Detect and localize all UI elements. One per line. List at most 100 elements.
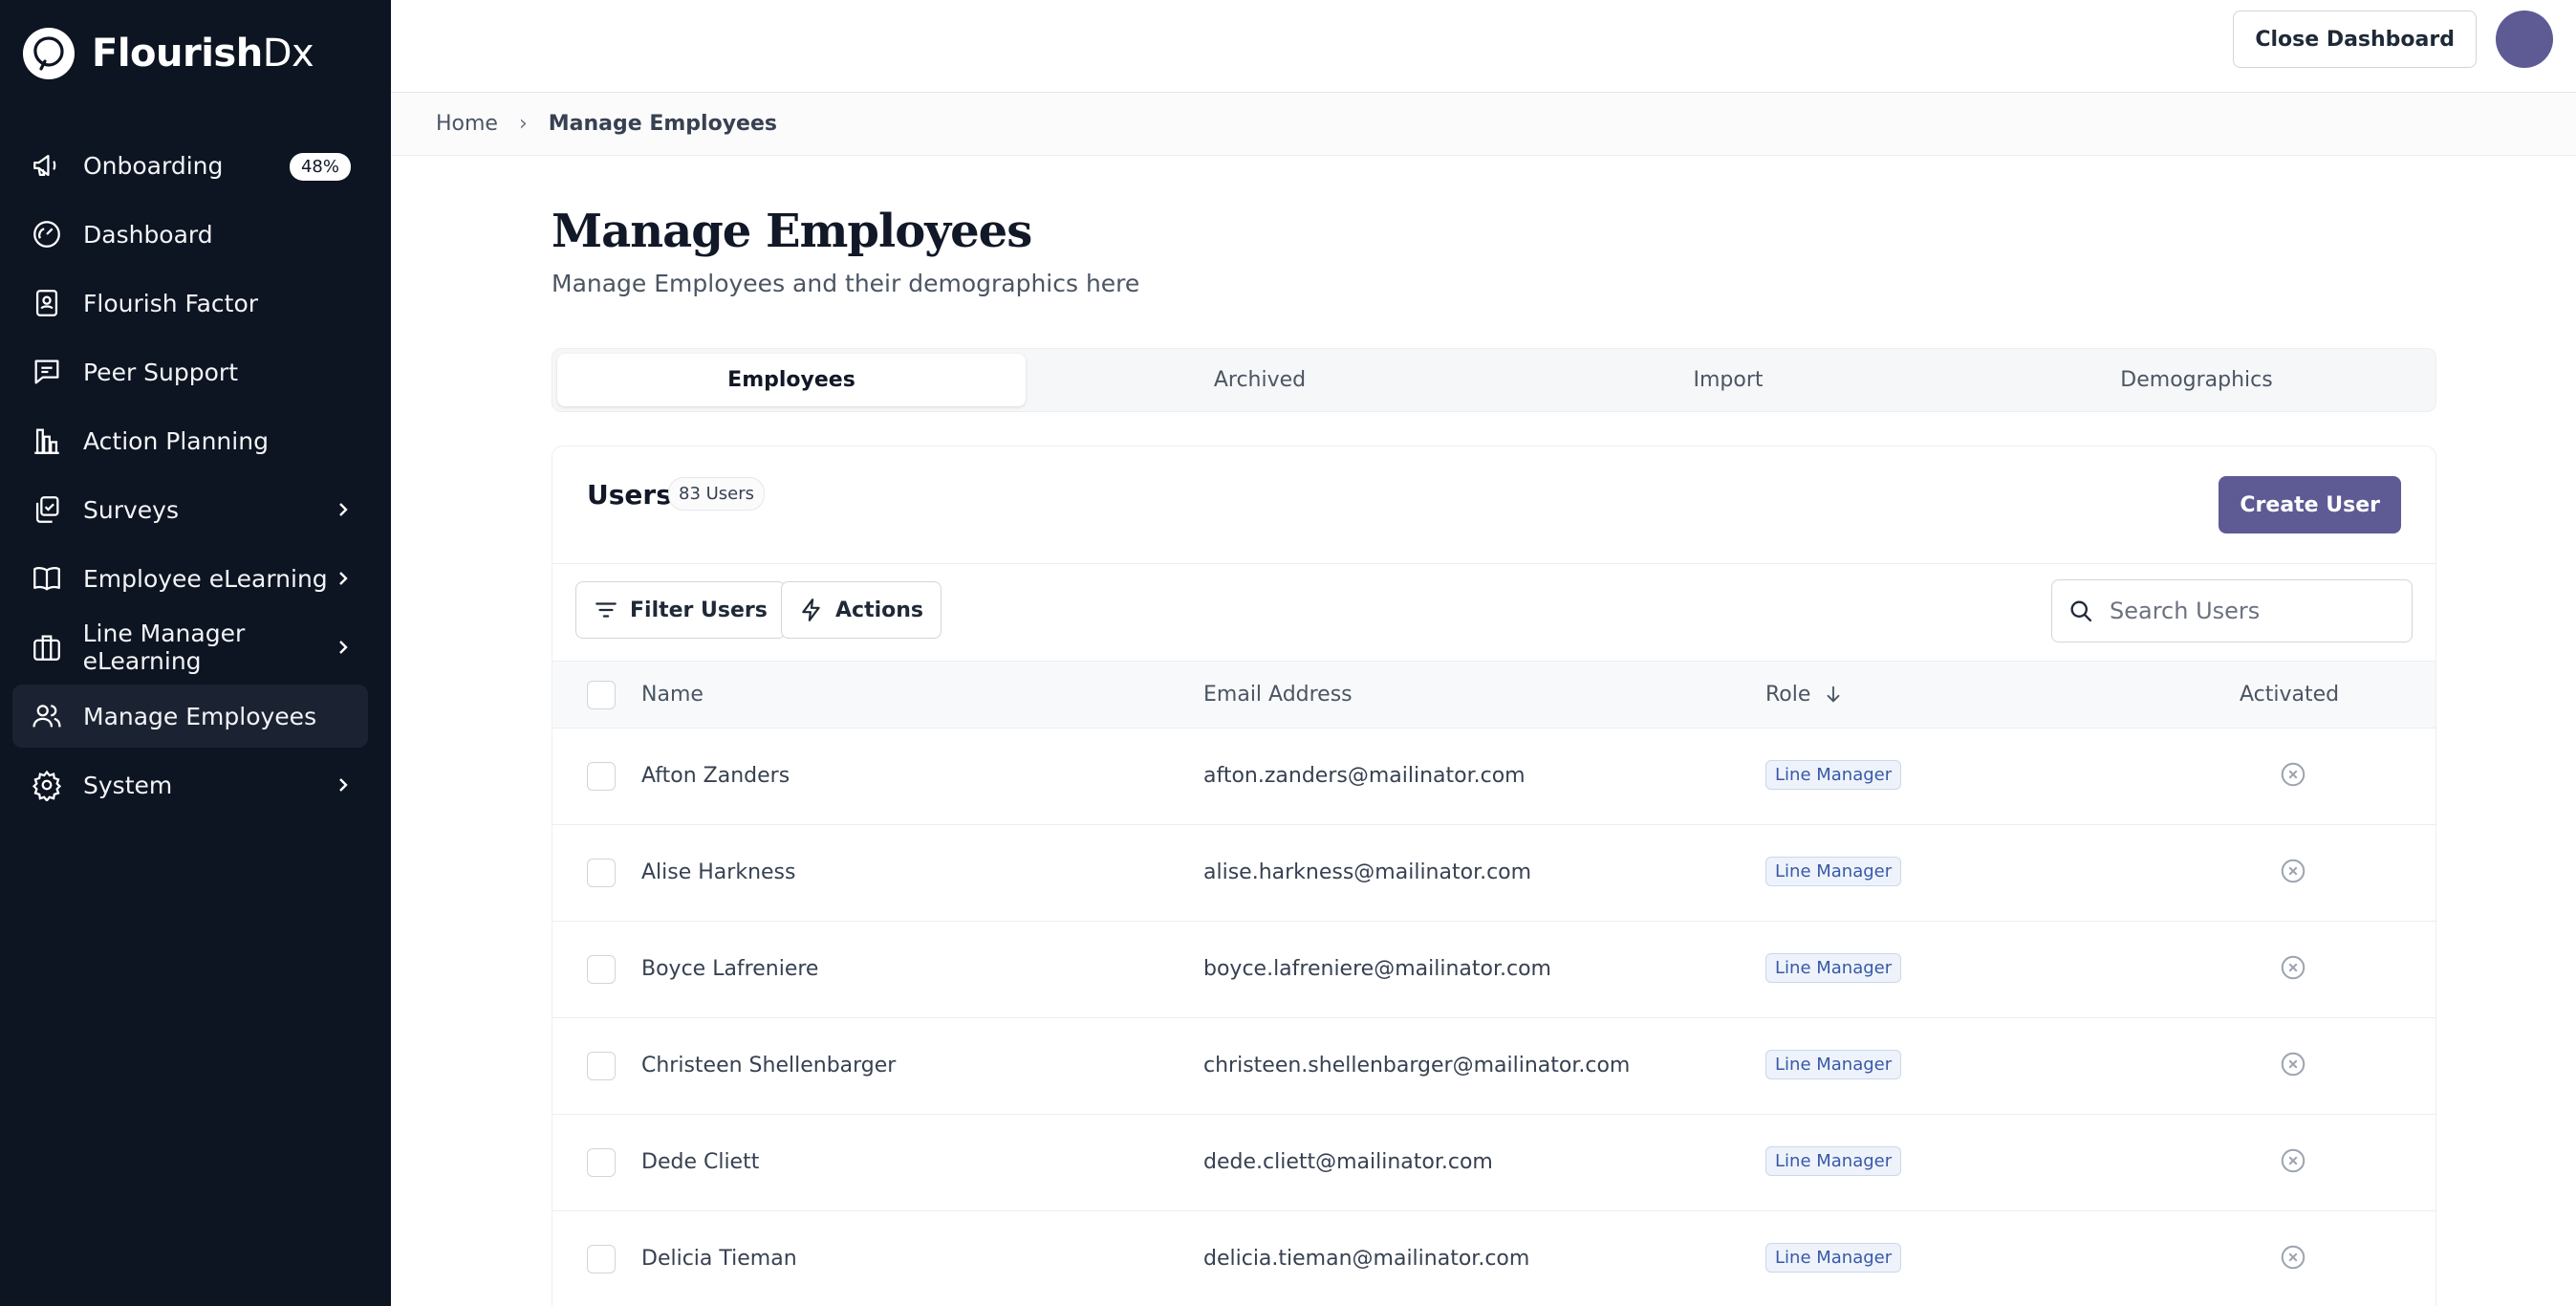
breadcrumb: Home › Manage Employees [391, 93, 2576, 156]
users-title: Users [587, 479, 672, 511]
chevron-right-icon [339, 572, 348, 585]
chevron-right-icon [339, 503, 348, 516]
not-activated-icon [2281, 1148, 2305, 1173]
sidebar-item-label: Onboarding [83, 151, 224, 180]
survey-icon [30, 492, 64, 527]
sidebar-nav: Onboarding 48% Dashboard Flourish Factor… [12, 134, 368, 822]
sidebar-item-surveys[interactable]: Surveys [12, 478, 368, 541]
sidebar-item-line-manager-elearning[interactable]: Line Manager eLearning [12, 616, 368, 679]
row-checkbox[interactable] [587, 859, 616, 887]
search-box[interactable] [2051, 579, 2413, 642]
chevron-right-icon [339, 641, 348, 654]
user-email: alise.harkness@mailinator.com [1203, 860, 1532, 884]
user-name: Dede Cliett [641, 1150, 760, 1174]
filter-users-label: Filter Users [630, 598, 768, 622]
column-header-name[interactable]: Name [641, 683, 704, 707]
megaphone-icon [30, 148, 64, 183]
sidebar-item-system[interactable]: System [12, 753, 368, 816]
users-card-header: Users 83 Users Create User [552, 446, 2435, 564]
user-name: Delicia Tieman [641, 1247, 797, 1271]
filter-users-button[interactable]: Filter Users [575, 581, 786, 639]
breadcrumb-home-link[interactable]: Home [436, 112, 498, 136]
table-row[interactable]: Dede Cliett dede.cliett@mailinator.com L… [552, 1115, 2435, 1211]
user-count-badge: 83 Users [668, 477, 766, 511]
user-email: afton.zanders@mailinator.com [1203, 764, 1526, 788]
flourish-logo-icon [23, 28, 75, 79]
sidebar-item-label: Employee eLearning [83, 564, 328, 593]
role-badge: Line Manager [1765, 760, 1902, 790]
search-users-input[interactable] [2110, 598, 2396, 624]
page-subtitle: Manage Employees and their demographics … [552, 270, 1140, 297]
row-checkbox[interactable] [587, 762, 616, 791]
role-badge: Line Manager [1765, 857, 1902, 886]
table-row[interactable]: Christeen Shellenbarger christeen.shelle… [552, 1018, 2435, 1115]
tab-employees[interactable]: Employees [557, 354, 1026, 406]
top-bar: Close Dashboard [391, 0, 2576, 93]
users-card: Users 83 Users Create User Filter Users … [552, 446, 2436, 1306]
sidebar-item-peer-support[interactable]: Peer Support [12, 340, 368, 403]
sidebar-item-onboarding[interactable]: Onboarding 48% [12, 134, 368, 197]
sidebar-item-label: Peer Support [83, 358, 238, 386]
table-row[interactable]: Delicia Tieman delicia.tieman@mailinator… [552, 1211, 2435, 1306]
sidebar-item-label: Line Manager eLearning [82, 620, 246, 675]
sidebar-item-label: Flourish Factor [83, 289, 259, 317]
report-icon [30, 286, 64, 320]
column-header-role-label: Role [1765, 683, 1811, 707]
column-header-activated[interactable]: Activated [2240, 683, 2339, 707]
row-checkbox[interactable] [587, 1245, 616, 1273]
brand-name: FlourishDx [92, 32, 314, 76]
user-name: Boyce Lafreniere [641, 957, 819, 981]
chevron-right-icon [339, 778, 348, 792]
table-row[interactable]: Boyce Lafreniere boyce.lafreniere@mailin… [552, 922, 2435, 1018]
sidebar-item-label: Manage Employees [83, 702, 317, 730]
chat-icon [30, 355, 64, 389]
tab-import[interactable]: Import [1494, 354, 1962, 406]
tab-demographics[interactable]: Demographics [1962, 354, 2431, 406]
page-title: Manage Employees [552, 205, 1032, 258]
sidebar-item-action-planning[interactable]: Action Planning [12, 409, 368, 472]
gear-icon [30, 768, 64, 802]
actions-button[interactable]: Actions [781, 581, 942, 639]
select-all-checkbox[interactable] [587, 681, 616, 709]
user-email: dede.cliett@mailinator.com [1203, 1150, 1493, 1174]
gauge-icon [30, 217, 64, 251]
row-checkbox[interactable] [587, 955, 616, 984]
not-activated-icon [2281, 1052, 2305, 1077]
create-user-button[interactable]: Create User [2219, 476, 2401, 533]
progress-badge: 48% [289, 153, 351, 181]
briefcase-icon [30, 630, 64, 664]
user-name: Afton Zanders [641, 764, 790, 788]
user-name: Alise Harkness [641, 860, 796, 884]
breadcrumb-current: Manage Employees [548, 112, 777, 136]
users-toolbar: Filter Users Actions [552, 564, 2435, 662]
row-checkbox[interactable] [587, 1148, 616, 1177]
table-row[interactable]: Afton Zanders afton.zanders@mailinator.c… [552, 729, 2435, 825]
brand-logo[interactable]: FlourishDx [23, 27, 314, 80]
tab-bar: Employees Archived Import Demographics [552, 348, 2436, 412]
not-activated-icon [2281, 1245, 2305, 1270]
close-dashboard-button[interactable]: Close Dashboard [2233, 11, 2477, 68]
tab-archived[interactable]: Archived [1026, 354, 1494, 406]
bar-chart-icon [30, 424, 64, 458]
table-header: Name Email Address Role Activated [552, 662, 2435, 729]
sidebar-item-flourish-factor[interactable]: Flourish Factor [12, 272, 368, 335]
not-activated-icon [2281, 859, 2305, 883]
users-icon [30, 699, 64, 733]
row-checkbox[interactable] [587, 1052, 616, 1080]
role-badge: Line Manager [1765, 1146, 1902, 1176]
user-email: christeen.shellenbarger@mailinator.com [1203, 1054, 1631, 1077]
sidebar-item-dashboard[interactable]: Dashboard [12, 203, 368, 266]
sidebar-item-label: Action Planning [83, 426, 269, 455]
column-header-role[interactable]: Role [1765, 683, 1844, 707]
sidebar-item-manage-employees[interactable]: Manage Employees [12, 685, 368, 748]
search-icon [2070, 600, 2092, 622]
avatar[interactable] [2496, 11, 2553, 68]
sidebar: FlourishDx Onboarding 48% Dashboard Flou… [0, 0, 391, 1306]
not-activated-icon [2281, 762, 2305, 787]
filter-icon [595, 602, 617, 618]
sidebar-item-label: System [83, 771, 173, 799]
sort-descending-icon [1827, 686, 1840, 703]
table-row[interactable]: Alise Harkness alise.harkness@mailinator… [552, 825, 2435, 922]
column-header-email[interactable]: Email Address [1203, 683, 1353, 707]
sidebar-item-employee-elearning[interactable]: Employee eLearning [12, 547, 368, 610]
